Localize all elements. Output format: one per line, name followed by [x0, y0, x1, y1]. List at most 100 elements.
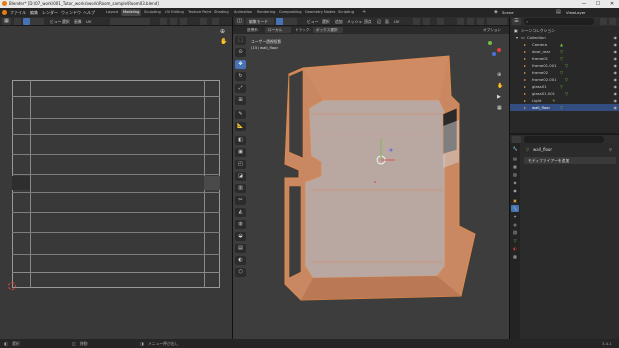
bevel-tool-icon[interactable]: ◪ — [235, 172, 246, 181]
spin-tool-icon[interactable]: ◍ — [235, 220, 246, 229]
menu-file[interactable]: ファイル — [10, 10, 26, 16]
scene-name[interactable]: Scene — [502, 10, 514, 15]
output-tab-icon[interactable]: ▦ — [511, 163, 519, 170]
y-axis-icon[interactable] — [488, 41, 492, 45]
expand-chevron-icon[interactable]: ▾ — [516, 34, 518, 41]
image-selector[interactable] — [110, 18, 150, 25]
view-layer-tab-icon[interactable]: ▧ — [511, 171, 519, 178]
ortho-toggle-icon[interactable]: ▦ — [497, 105, 502, 111]
data-tab-icon[interactable]: ▽ — [511, 237, 519, 244]
maximize-button[interactable]: ☐ — [591, 0, 605, 8]
camera-view-icon[interactable]: ▶ — [497, 94, 501, 100]
add-cube-icon[interactable]: ◧ — [235, 136, 246, 145]
view-layer-name[interactable]: ViewLayer — [566, 10, 586, 15]
outliner-item[interactable]: ▸ frame02 ▽ ◉ — [510, 69, 619, 76]
move-tool-icon[interactable]: ✥ — [235, 60, 246, 69]
visibility-eye-icon[interactable]: ◉ — [614, 83, 618, 90]
options-dropdown[interactable]: オプション — [483, 28, 501, 33]
workspace-tab-shading[interactable]: Shading — [212, 9, 231, 16]
outliner-type-icon[interactable]: ☰ — [512, 18, 521, 25]
orientation-dropdown[interactable]: ローカル — [265, 27, 291, 33]
vp-menu-view[interactable]: ビュー — [307, 19, 318, 25]
visibility-eye-icon[interactable]: ◉ — [614, 34, 618, 41]
pan-view-icon[interactable]: ✋ — [497, 83, 503, 89]
collection-row[interactable]: ▾ ▭ Collection ◉ — [510, 34, 619, 41]
knife-tool-icon[interactable]: ✂ — [235, 196, 246, 205]
vp-menu-select[interactable]: 選択 — [322, 19, 330, 25]
outliner-item-selected[interactable]: ▸ wall_floor ▽ ◉ — [510, 104, 619, 111]
outliner-item[interactable]: ▸ glass01 ▽ ◉ — [510, 83, 619, 90]
tool-tab-icon[interactable]: 🔧 — [511, 145, 519, 152]
uv-sync-icon[interactable] — [14, 18, 21, 25]
shrink-tool-icon[interactable]: ◐ — [235, 256, 246, 265]
modifier-tab-icon[interactable]: 🔧 — [511, 205, 519, 212]
visibility-eye-icon[interactable]: ◉ — [614, 41, 618, 48]
particles-tab-icon[interactable]: ✦ — [511, 213, 519, 220]
uv-display-icon[interactable] — [212, 18, 219, 25]
snap-icon[interactable] — [170, 18, 177, 25]
3d-viewport-canvas[interactable]: ユーザー透視投影 (15) wall_floor ⊕ ✋ ▶ ▦ — [233, 34, 509, 339]
snap-toggle-icon[interactable] — [423, 18, 430, 25]
annotate-tool-icon[interactable]: ✎ — [235, 110, 246, 119]
measure-tool-icon[interactable]: 📐 — [235, 122, 246, 131]
smooth-tool-icon[interactable]: ◒ — [235, 232, 246, 241]
outliner-item[interactable]: ▸ door_rear ▽ ◉ — [510, 48, 619, 55]
rip-tool-icon[interactable]: ⬡ — [235, 268, 246, 277]
visibility-eye-icon[interactable]: ◉ — [614, 62, 618, 69]
add-workspace-icon[interactable]: + — [362, 9, 366, 15]
overlay-toggle-icon[interactable] — [467, 18, 474, 25]
world-tab-icon[interactable]: ◉ — [511, 187, 519, 194]
workspace-tab-compositing[interactable]: Compositing — [277, 9, 304, 16]
outliner-item[interactable]: ▸ Camera ▲ ◉ — [510, 41, 619, 48]
scale-tool-icon[interactable]: ⤢ — [235, 84, 246, 93]
shading-mode-selector[interactable] — [487, 18, 507, 25]
face-mode-icon[interactable] — [290, 18, 297, 25]
menu-help[interactable]: ヘルプ — [83, 10, 95, 16]
properties-search-input[interactable] — [524, 136, 604, 143]
drag-dropdown[interactable]: ボックス選択 — [313, 27, 343, 33]
visibility-eye-icon[interactable]: ◉ — [614, 104, 618, 111]
visibility-eye-icon[interactable]: ◉ — [614, 48, 618, 55]
visibility-eye-icon[interactable]: ◉ — [614, 55, 618, 62]
add-modifier-button[interactable]: モディファイアーを追加 — [524, 157, 616, 164]
scene-collection-row[interactable]: ▣ シーンコレクション — [510, 27, 619, 34]
proportional-icon[interactable] — [437, 18, 444, 25]
transform-orientation-icon[interactable] — [413, 18, 420, 25]
material-tab-icon[interactable]: ◐ — [511, 245, 519, 252]
vp-menu-add[interactable]: 追加 — [335, 19, 343, 25]
pin-icon[interactable]: ⚲ — [609, 147, 612, 152]
navigation-gizmo[interactable] — [483, 39, 505, 61]
outliner-item[interactable]: ▸ frame02.001 ▽ ◉ — [510, 76, 619, 83]
physics-tab-icon[interactable]: ◍ — [511, 221, 519, 228]
vp-menu-face[interactable]: 面 — [385, 19, 389, 25]
cursor-tool-icon[interactable]: ⊙ — [235, 48, 246, 57]
editor-type-icon[interactable]: ▦ — [2, 18, 11, 25]
uv-menu-image[interactable]: 画像 — [74, 19, 82, 25]
menu-window[interactable]: ウィンドウ — [61, 10, 81, 16]
visibility-eye-icon[interactable]: ◉ — [614, 90, 618, 97]
outliner-search-input[interactable]: ⌕ — [524, 18, 594, 25]
inset-tool-icon[interactable]: ◰ — [235, 160, 246, 169]
menu-edit[interactable]: 編集 — [30, 10, 38, 16]
vertex-mode-icon[interactable] — [276, 18, 283, 25]
new-collection-icon[interactable] — [609, 18, 616, 25]
edge-select-icon[interactable] — [30, 18, 37, 25]
render-tab-icon[interactable]: ▤ — [511, 155, 519, 162]
extrude-tool-icon[interactable]: ▣ — [235, 148, 246, 157]
edge-mode-icon[interactable] — [283, 18, 290, 25]
workspace-tab-rendering[interactable]: Rendering — [255, 9, 277, 16]
workspace-tab-geometry-nodes[interactable]: Geometry Nodes — [303, 9, 337, 16]
scene-tab-icon[interactable]: ◈ — [511, 179, 519, 186]
vp-menu-edge[interactable]: 辺 — [377, 19, 381, 25]
visibility-eye-icon[interactable]: ◉ — [614, 97, 618, 104]
vp-menu-vertex[interactable]: 頂点 — [364, 19, 372, 25]
outliner-item[interactable]: ▸ frame01 ▽ ◉ — [510, 55, 619, 62]
face-select-icon[interactable] — [37, 18, 44, 25]
object-tab-icon[interactable]: ▣ — [511, 197, 519, 204]
rotate-tool-icon[interactable]: ↻ — [235, 72, 246, 81]
zoom-icon[interactable]: ⊕ — [220, 28, 225, 35]
uv-menu-select[interactable]: 選択 — [62, 19, 70, 25]
visibility-eye-icon[interactable]: ◉ — [614, 76, 618, 83]
2d-cursor-icon[interactable] — [8, 282, 16, 290]
xray-toggle-icon[interactable] — [477, 18, 484, 25]
